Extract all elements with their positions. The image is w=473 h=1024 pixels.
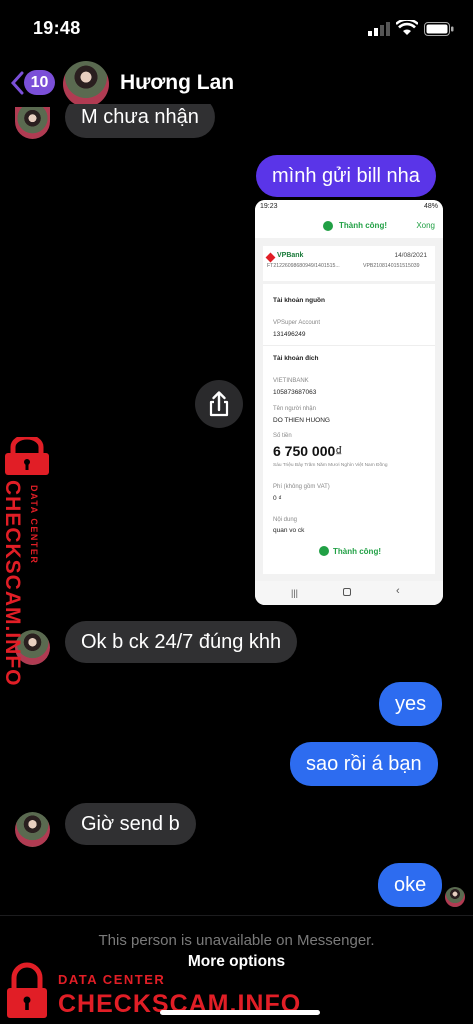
watermark-sub: DATA CENTER: [58, 972, 166, 987]
amount-value: 6 750 000₫: [273, 443, 343, 459]
success-check-icon: [319, 546, 329, 556]
dest-bank: VIETINBANK: [273, 378, 309, 384]
message-incoming[interactable]: Ok b ck 24/7 đúng khh: [65, 621, 298, 663]
receipt-success-top: Thành công!: [339, 221, 387, 230]
lock-icon: [5, 437, 49, 475]
message-outgoing[interactable]: sao rồi á bạn: [290, 742, 438, 786]
receipt-status-time: 19:23: [260, 203, 278, 210]
content-label: Nội dung: [273, 517, 298, 523]
source-account-number: 131496249: [273, 331, 306, 338]
message-outgoing[interactable]: mình gửi bill nha: [256, 155, 436, 197]
receipt-date: 14/08/2021: [394, 252, 427, 259]
receipt-status-battery: 48%: [423, 203, 438, 210]
watermark-brand-vertical: CHECKSCAM.INFO: [1, 480, 24, 687]
shared-receipt-image[interactable]: 19:23 48% Thành công! Xong VPBank 14/08/…: [255, 200, 443, 605]
read-receipt-avatar: [445, 887, 465, 907]
unread-count-badge[interactable]: 10: [24, 70, 55, 95]
signal-icon: [368, 22, 390, 36]
bank-name: VPBank: [277, 252, 304, 259]
dest-account-title: Tài khoản đích: [273, 355, 319, 362]
composer-divider: [0, 915, 473, 916]
more-options-button[interactable]: More options: [0, 953, 473, 971]
back-chevron-icon[interactable]: [10, 71, 24, 95]
wifi-icon: [396, 20, 418, 35]
message-outgoing[interactable]: oke: [378, 863, 443, 907]
battery-icon: [424, 22, 454, 36]
android-nav-bar: ||| ‹: [255, 581, 443, 605]
share-button[interactable]: [195, 380, 243, 428]
message-incoming[interactable]: Giờ send b: [65, 803, 196, 845]
receipt-close: Xong: [416, 221, 435, 230]
fee-label: Phí (không gồm VAT): [273, 484, 330, 490]
bank-logo-icon: [265, 252, 276, 263]
lock-icon: [7, 962, 47, 1018]
receiver-name: DO THIEN HUONG: [273, 417, 330, 424]
receipt-ref1: FT21226098680949/1401515...: [267, 263, 340, 269]
contact-avatar[interactable]: [63, 61, 109, 107]
share-icon: [209, 391, 229, 417]
contact-avatar-small: [15, 107, 50, 139]
status-time: 19:48: [33, 18, 81, 38]
success-check-icon: [323, 221, 333, 231]
receipt-success-bottom: Thành công!: [333, 547, 381, 556]
amount-label: Số tiền: [273, 433, 292, 439]
message-outgoing[interactable]: yes: [379, 682, 443, 726]
unavailable-notice: This person is unavailable on Messenger.: [98, 932, 375, 949]
source-account-title: Tài khoản nguồn: [273, 297, 325, 304]
dest-account-number: 105873687063: [273, 389, 317, 396]
content-value: quan vo ck: [273, 527, 305, 534]
receipt-ref2: VPB2108140151515039: [363, 263, 420, 269]
amount-in-words: Sáu Triệu Bảy Trăm Năm Mươi Nghìn Việt N…: [273, 463, 388, 468]
source-account-label: VPSuper Account: [273, 320, 321, 326]
contact-name[interactable]: Hương Lan: [120, 71, 234, 95]
receiver-label: Tên người nhận: [273, 406, 316, 412]
contact-avatar-small: [15, 812, 50, 847]
watermark-sub-vertical: DATA CENTER: [29, 485, 39, 565]
fee-value: 0 ₫: [273, 495, 282, 502]
home-indicator: [160, 1010, 320, 1015]
